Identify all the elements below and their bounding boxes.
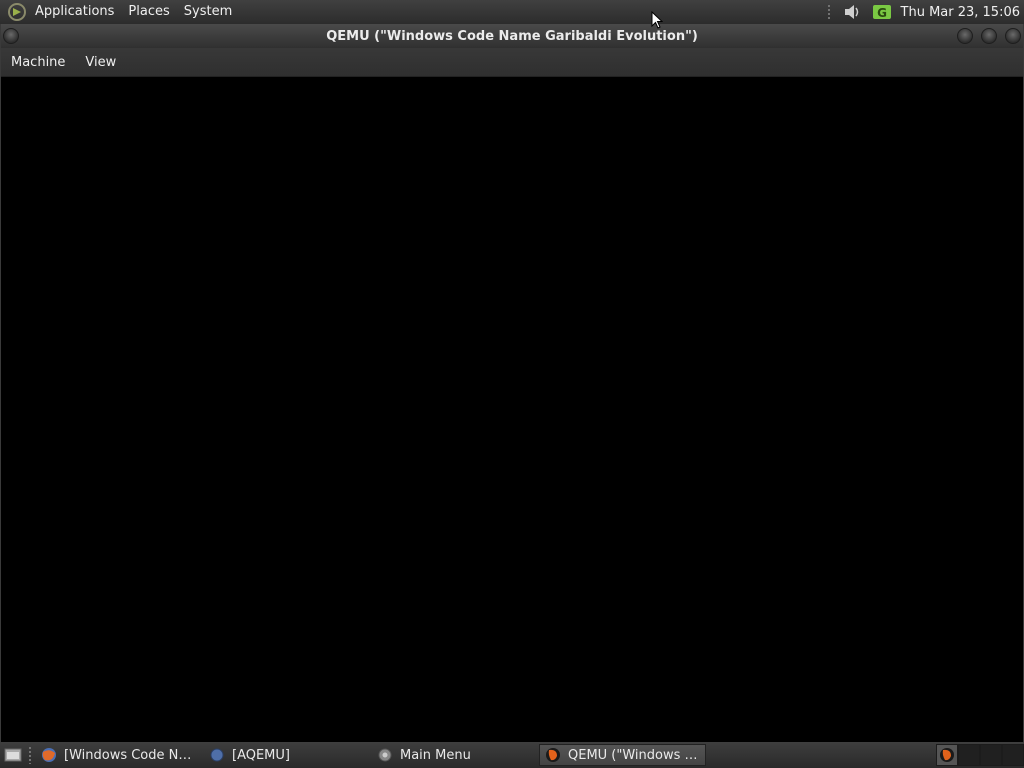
applications-menu[interactable]: Applications — [28, 0, 121, 24]
tray-handle — [826, 4, 831, 20]
firefox-icon — [40, 746, 58, 764]
task-qemu[interactable]: QEMU ("Windows C... — [539, 744, 706, 766]
qemu-icon — [544, 746, 562, 764]
window-titlebar[interactable]: QEMU ("Windows Code Name Garibaldi Evolu… — [1, 24, 1023, 48]
mouse-cursor-icon — [651, 11, 663, 29]
task-windows-code[interactable]: [Windows Code Na... — [36, 744, 196, 766]
update-notifier-icon[interactable]: G — [871, 1, 893, 23]
volume-icon[interactable] — [841, 1, 863, 23]
show-desktop-icon[interactable] — [2, 744, 24, 766]
svg-text:G: G — [877, 6, 887, 20]
task-label: [AQEMU] — [232, 747, 290, 763]
close-button[interactable] — [1005, 28, 1021, 44]
system-menu[interactable]: System — [177, 0, 239, 24]
minimize-button[interactable] — [957, 28, 973, 44]
vm-display[interactable] — [1, 78, 1023, 742]
workspace-3[interactable] — [980, 744, 1002, 766]
workspace-4[interactable] — [1002, 744, 1024, 766]
top-panel: Applications Places System G Thu Mar 23,… — [0, 0, 1024, 24]
task-label: Main Menu — [400, 747, 471, 763]
panel-handle[interactable] — [28, 746, 32, 764]
window-menu-button[interactable] — [3, 28, 19, 44]
machine-menu[interactable]: Machine — [1, 55, 75, 70]
workspace-1[interactable] — [936, 744, 958, 766]
aqemu-icon — [208, 746, 226, 764]
task-label: [Windows Code Na... — [64, 747, 196, 763]
distro-logo-icon[interactable] — [6, 1, 28, 23]
main-menu-icon — [376, 746, 394, 764]
view-menu[interactable]: View — [75, 55, 126, 70]
task-main-menu[interactable]: Main Menu — [372, 744, 532, 766]
qemu-mini-icon — [940, 748, 954, 762]
clock[interactable]: Thu Mar 23, 15:06 — [901, 5, 1020, 20]
window-title: QEMU ("Windows Code Name Garibaldi Evolu… — [326, 28, 698, 44]
places-menu[interactable]: Places — [121, 0, 176, 24]
task-aqemu[interactable]: [AQEMU] — [204, 744, 364, 766]
maximize-button[interactable] — [981, 28, 997, 44]
task-label: QEMU ("Windows C... — [568, 747, 705, 763]
bottom-panel: [Windows Code Na... [AQEMU] Main Menu QE… — [0, 742, 1024, 768]
workspace-2[interactable] — [958, 744, 980, 766]
system-tray: G Thu Mar 23, 15:06 — [826, 0, 1024, 24]
window-menubar: Machine View — [1, 48, 1023, 77]
qemu-window: QEMU ("Windows Code Name Garibaldi Evolu… — [0, 24, 1024, 742]
